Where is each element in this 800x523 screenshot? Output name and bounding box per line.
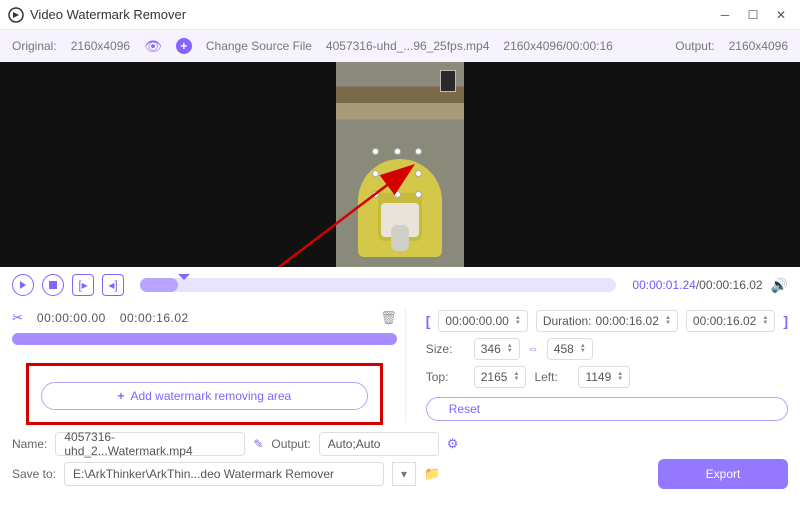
name-label: Name: [12,437,47,451]
video-frame [336,62,464,267]
edit-name-icon[interactable]: ✎ [253,437,263,451]
scissors-icon[interactable]: ✂ [12,310,23,326]
add-source-icon[interactable]: + [176,38,192,54]
open-folder-icon[interactable]: 📁 [424,466,440,482]
time-display: 00:00:01.24/00:00:16.02 [632,278,762,292]
width-field[interactable]: 346▲▼ [474,338,520,360]
stop-button[interactable] [42,274,64,296]
volume-icon[interactable]: 🔊 [771,277,788,294]
resolution-duration: 2160x4096/00:00:16 [503,39,612,53]
height-field[interactable]: 458▲▼ [547,338,593,360]
preview-eye-icon[interactable]: 👁 [144,38,162,55]
add-area-label: Add watermark removing area [131,389,292,403]
link-icon[interactable]: ⇔ [528,343,539,355]
bottom-panel: Name: 4057316-uhd_2...Watermark.mp4 ✎ Ou… [0,423,800,497]
play-button[interactable] [12,274,34,296]
cat-graphic [391,225,409,251]
handle-s[interactable] [394,191,401,198]
change-source-button[interactable]: Change Source File [206,39,312,53]
infobar: Original: 2160x4096 👁 + Change Source Fi… [0,30,800,62]
watermark-panel: ✂ 00:00:00.00 00:00:16.02 🗑 + Add waterm… [12,307,406,423]
handle-ne[interactable] [415,148,422,155]
settings-icon[interactable]: ⚙ [447,436,459,452]
current-time: 00:00:01.24 [632,278,695,292]
add-watermark-area-button[interactable]: + Add watermark removing area [41,382,368,410]
selection-box[interactable] [376,152,418,194]
seg-duration-field[interactable]: Duration:00:00:16.02▲▼ [536,310,678,332]
export-button[interactable]: Export [658,459,788,489]
delete-icon[interactable]: 🗑 [380,310,397,326]
output-field[interactable]: Auto;Auto [319,432,439,456]
timeline-progress [140,278,178,292]
output-label-2: Output: [271,437,310,451]
handle-se[interactable] [415,191,422,198]
left-label: Left: [534,370,570,384]
file-info: 4057316-uhd_...96_25fps.mp4 [326,39,489,53]
background-picture [440,70,456,92]
total-time: 00:00:16.02 [699,278,762,292]
timeline-slider[interactable] [140,278,616,292]
highlight-box: + Add watermark removing area [26,363,383,425]
output-resolution: 2160x4096 [729,39,788,53]
reset-button[interactable]: Reset [426,397,788,421]
minimize-button[interactable]: ─ [714,4,736,26]
bracket-close-icon[interactable]: ] [783,313,788,329]
top-field[interactable]: 2165▲▼ [474,366,527,388]
save-dropdown[interactable]: ▾ [392,462,416,486]
left-field[interactable]: 1149▲▼ [578,366,630,388]
mark-in-button[interactable]: [▸ [72,274,94,296]
app-title: Video Watermark Remover [30,7,714,22]
save-to-label: Save to: [12,467,56,481]
handle-n[interactable] [394,148,401,155]
titlebar: Video Watermark Remover ─ ☐ ✕ [0,0,800,30]
name-field[interactable]: 4057316-uhd_2...Watermark.mp4 [55,432,245,456]
timeline-knob[interactable] [178,274,190,286]
video-preview[interactable] [0,62,800,267]
size-label: Size: [426,342,466,356]
segment-panel: [ 00:00:00.00▲▼ Duration:00:00:16.02▲▼ 0… [420,307,788,423]
output-label: Output: [675,39,714,53]
wm-start: 00:00:00.00 [37,311,106,325]
bracket-open-icon[interactable]: [ [426,313,431,329]
playback-controls: [▸ ◂] 00:00:01.24/00:00:16.02 🔊 [0,267,800,303]
maximize-button[interactable]: ☐ [742,4,764,26]
wm-end: 00:00:16.02 [120,311,189,325]
handle-center[interactable] [394,170,401,177]
handle-e[interactable] [415,170,422,177]
spin-down[interactable]: ▼ [513,321,523,326]
handle-sw[interactable] [372,191,379,198]
mark-out-button[interactable]: ◂] [102,274,124,296]
original-resolution: 2160x4096 [71,39,130,53]
handle-w[interactable] [372,170,379,177]
save-to-field[interactable]: E:\ArkThinker\ArkThin...deo Watermark Re… [64,462,384,486]
close-button[interactable]: ✕ [770,4,792,26]
wm-track[interactable] [12,333,397,345]
seg-start-field[interactable]: 00:00:00.00▲▼ [438,310,527,332]
handle-nw[interactable] [372,148,379,155]
top-label: Top: [426,370,466,384]
plus-icon: + [117,389,124,403]
seg-end-field[interactable]: 00:00:16.02▲▼ [686,310,775,332]
original-label: Original: [12,39,57,53]
app-icon [8,7,24,23]
